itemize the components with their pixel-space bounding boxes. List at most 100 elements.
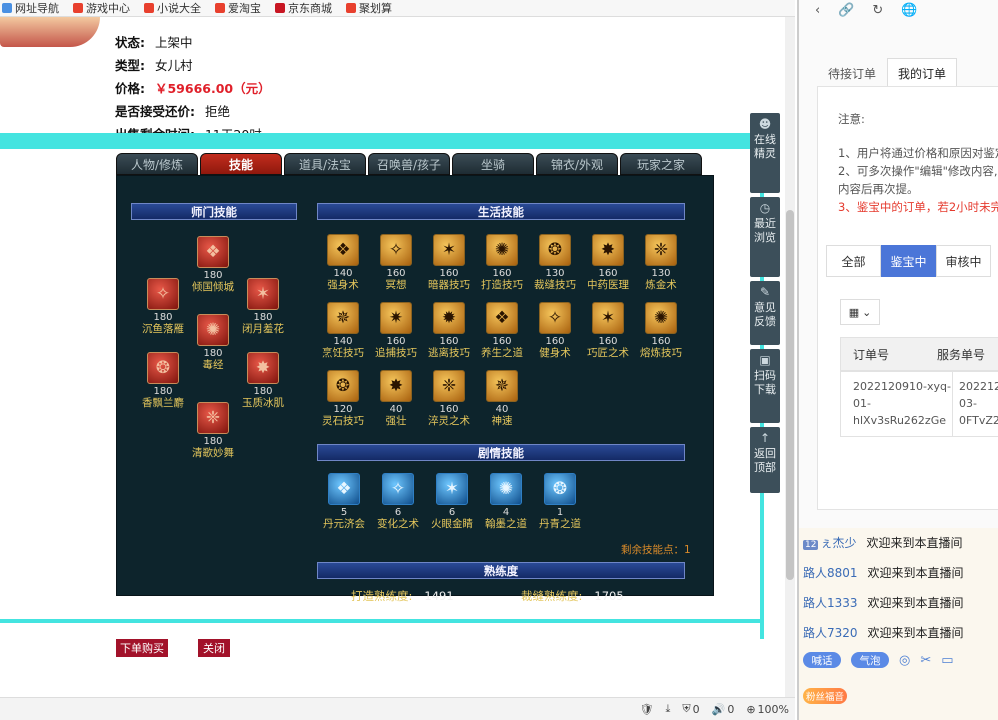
skill-item[interactable]: ✵ 40 神速 [472,370,532,427]
back-icon[interactable]: ‹ [815,3,820,18]
skill-item[interactable]: ❂ 130 裁缝技巧 [525,234,585,291]
skill-item[interactable]: ✧ 160 冥想 [366,234,426,291]
tab-3[interactable]: 召唤兽/孩子 [368,153,450,175]
tab-2[interactable]: 道具/法宝 [284,153,366,175]
skill-item[interactable]: ❂ 120 灵石技巧 [313,370,373,427]
skill-icon: ❖ [197,236,229,268]
edit-icon: ✎ [759,285,771,299]
bookmark-item[interactable]: 京东商城 [275,0,332,16]
filter-button-0[interactable]: 全部 [826,245,881,277]
proficiency-header: 熟练度 [317,562,685,579]
skill-item[interactable]: ❖ 5 丹元济会 [314,473,374,530]
skill-item[interactable]: ❂ 1 丹青之道 [530,473,590,530]
speaker-status[interactable]: 🔊 0 [712,703,735,716]
bookmark-icon [215,3,225,13]
side-tool-sprite[interactable]: ☻ 在线精灵 [750,113,780,193]
tab-6[interactable]: 玩家之家 [620,153,702,175]
skill-icon: ❖ [327,234,359,266]
skill-name: 暗器技巧 [428,279,470,291]
skill-item[interactable]: ✷ 160 追捕技巧 [366,302,426,359]
skill-level: 180 [203,436,223,447]
skill-item[interactable]: ✸ 40 强壮 [366,370,426,427]
zoom-level: 100% [757,702,789,716]
skill-item[interactable]: ✧ 6 变化之术 [368,473,428,530]
order-tab-0[interactable]: 待接订单 [817,58,887,87]
skill-item[interactable]: ✶ 160 暗器技巧 [419,234,479,291]
type-row: 类型: 女儿村 [115,55,193,74]
tab-5[interactable]: 锦衣/外观 [536,153,618,175]
bookmark-item[interactable]: 网址导航 [2,0,59,16]
zoom-control[interactable]: ⊕ 100% [746,703,789,716]
side-tool-qr[interactable]: ▣ 扫码下载 [750,349,780,423]
bookmark-item[interactable]: 聚划算 [346,0,392,16]
security-count: 0 [692,702,700,716]
skill-item[interactable]: ✸ 180 玉质冰肌 [233,352,293,409]
chat-user[interactable]: 路人1333 [803,594,858,611]
skill-item[interactable]: ❖ 140 强身术 [313,234,373,291]
status-row: 状态: 上架中 [115,32,193,51]
tab-0[interactable]: 人物/修炼 [116,153,198,175]
skill-level: 160 [492,268,512,279]
chat-user[interactable]: 12 ぇ杰少 [803,534,856,551]
skill-item[interactable]: ✧ 160 健身术 [525,302,585,359]
chat-button-0[interactable]: 喊话 [803,652,841,668]
skill-item[interactable]: ❈ 180 清歌妙舞 [183,402,243,459]
skill-item[interactable]: ❈ 130 炼金术 [631,234,691,291]
download-icon[interactable]: ⤓ [666,702,671,716]
chat-text: 欢迎来到本直播间 [867,565,964,580]
refresh-icon[interactable]: ↻ [872,3,883,18]
filter-button-2[interactable]: 审核中 [936,245,991,277]
skill-icon: ✷ [380,302,412,334]
chat-toolbar: 喊话 气泡 ◎ ✂ ▭ [803,652,954,668]
chat-user[interactable]: 路人7320 [803,624,858,641]
item-detail-page: 状态: 上架中 类型: 女儿村 价格: ￥59666.00（元） 是否接受还价:… [0,17,795,697]
view-select[interactable]: ▦ ⌄ [840,299,880,325]
side-tool-edit[interactable]: ✎ 意见反馈 [750,281,780,345]
bookmark-label: 游戏中心 [86,2,130,15]
globe-icon[interactable]: 🌐 [901,3,917,18]
skill-item[interactable]: ✹ 160 逃离技巧 [419,302,479,359]
chat-message: 路人8801 欢迎来到本直播间 [803,562,964,582]
skill-item[interactable]: ✶ 6 火眼金睛 [422,473,482,530]
bookmark-item[interactable]: 小说大全 [144,0,201,16]
bookmark-item[interactable]: 游戏中心 [73,0,130,16]
side-tool-label: 最近浏览 [754,217,776,244]
qr-icon: ▣ [759,353,771,367]
skill-item[interactable]: ✺ 160 熔炼技巧 [631,302,691,359]
skill-item[interactable]: ✸ 160 中药医理 [578,234,638,291]
image-icon[interactable]: ▭ [941,653,953,668]
skill-item[interactable]: ✺ 4 翰墨之道 [476,473,536,530]
table-row[interactable]: 2022120910-xyq- 01- hlXv3sRu262zGe 20221… [840,371,998,437]
tab-4[interactable]: 坐骑 [452,153,534,175]
skill-item[interactable]: ❈ 160 淬灵之术 [419,370,479,427]
close-button[interactable]: 关闭 [198,639,230,657]
skill-name: 逃离技巧 [428,347,470,359]
skill-item[interactable]: ❂ 180 香飘兰麝 [133,352,193,409]
fan-badge[interactable]: 粉丝福音 [803,688,847,704]
skill-icon: ✶ [436,473,468,505]
skill-name: 炼金术 [645,279,677,291]
character-avatar [0,17,100,47]
chat-username: 路人1333 [803,595,858,610]
skill-item[interactable]: ✶ 160 巧匠之术 [578,302,638,359]
tab-1[interactable]: 技能 [200,153,282,175]
bookmark-item[interactable]: 爱淘宝 [215,0,261,16]
side-tool-clock[interactable]: ◷ 最近浏览 [750,197,780,277]
shield-icon[interactable]: 🛡 [640,703,654,716]
filter-button-1[interactable]: 鉴宝中 [881,245,936,277]
security-status[interactable]: ⛨ 0 [682,702,699,716]
link-icon[interactable]: 🔗 [838,3,854,18]
scissors-icon[interactable]: ✂ [920,653,931,668]
skill-icon: ✸ [247,352,279,384]
skill-item[interactable]: ✺ 160 打造技巧 [472,234,532,291]
emoji-icon[interactable]: ◎ [899,653,910,668]
chat-user[interactable]: 路人8801 [803,564,858,581]
skill-item[interactable]: ✵ 140 烹饪技巧 [313,302,373,359]
order-tab-1[interactable]: 我的订单 [887,58,958,87]
buy-button[interactable]: 下单购买 [116,639,168,657]
page-scrollbar-thumb[interactable] [786,210,794,580]
chat-button-1[interactable]: 气泡 [851,652,889,668]
order-panel: 注意: 1、用户将通过价格和原因对鉴定 2、可多次操作"编辑"修改内容, 内容后… [817,86,998,510]
side-tool-arrow-up[interactable]: ↑ 返回顶部 [750,427,780,493]
skill-item[interactable]: ❖ 160 养生之道 [472,302,532,359]
